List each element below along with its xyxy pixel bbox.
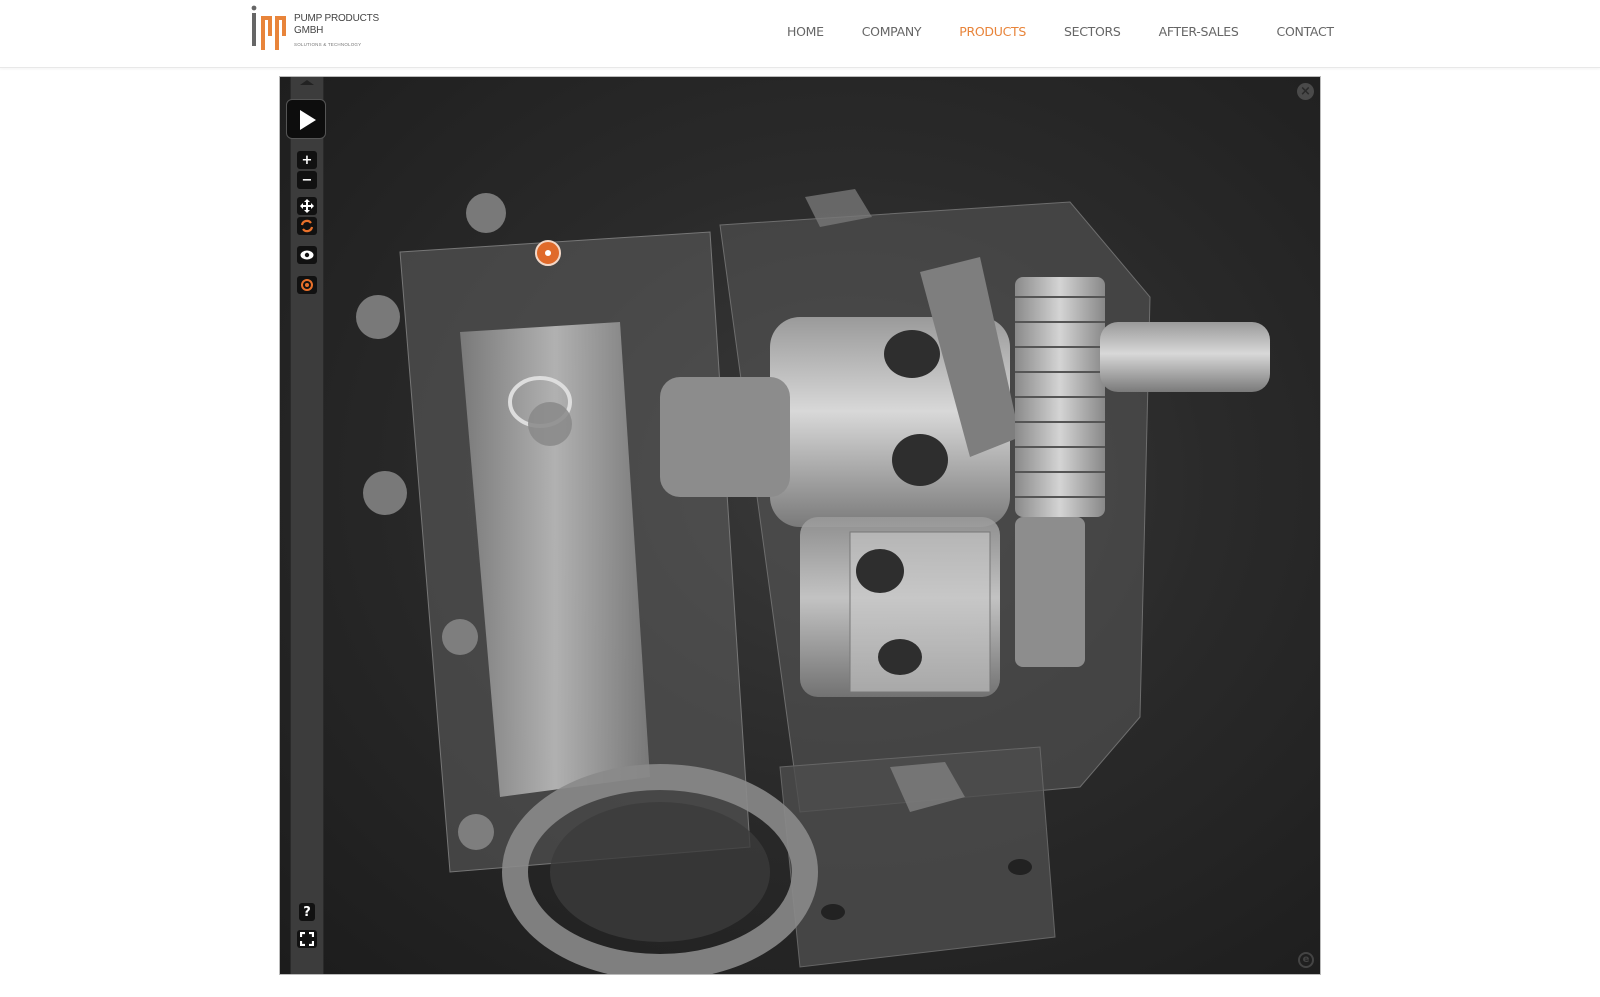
nav-home[interactable]: HOME <box>787 24 824 39</box>
company-name-line1: PUMP PRODUCTS <box>294 13 380 24</box>
fullscreen-icon <box>300 932 314 946</box>
viewer-brand-icon[interactable]: e <box>1298 952 1314 968</box>
nav-sectors[interactable]: SECTORS <box>1064 24 1121 39</box>
site-header: PUMP PRODUCTS GMBH SOLUTIONS & TECHNOLOG… <box>0 0 1600 68</box>
annotation-hotspot[interactable] <box>535 240 561 266</box>
play-button[interactable] <box>286 99 326 139</box>
rotate-icon <box>300 219 314 233</box>
company-logo[interactable]: PUMP PRODUCTS GMBH SOLUTIONS & TECHNOLOG… <box>250 4 380 60</box>
chevron-up-icon[interactable] <box>300 80 314 85</box>
3d-model-viewer[interactable]: + − ? × e <box>279 76 1321 975</box>
company-tagline: SOLUTIONS & TECHNOLOGY <box>294 42 362 47</box>
zoom-in-button[interactable]: + <box>297 151 317 169</box>
lower-timing-gear <box>1015 517 1085 667</box>
rotate-button[interactable] <box>297 217 317 235</box>
main-nav: HOME COMPANY PRODUCTS SECTORS AFTER-SALE… <box>787 24 1334 39</box>
nav-products[interactable]: PRODUCTS <box>959 24 1026 39</box>
fullscreen-button[interactable] <box>297 930 317 948</box>
nav-after-sales[interactable]: AFTER-SALES <box>1159 24 1239 39</box>
move-arrows-icon <box>300 199 314 213</box>
seal-housing <box>660 377 790 497</box>
hotspots-button[interactable] <box>297 276 317 294</box>
ipp-logo-mark <box>251 5 286 50</box>
nav-company[interactable]: COMPANY <box>862 24 922 39</box>
target-icon <box>301 279 313 291</box>
inlet-port-bore <box>550 802 770 942</box>
viewer-toolbar: + − ? <box>286 77 326 974</box>
bearing-hole <box>884 330 940 378</box>
close-viewer-button[interactable]: × <box>1297 83 1314 100</box>
nav-contact[interactable]: CONTACT <box>1277 24 1334 39</box>
eye-icon <box>300 250 314 260</box>
help-button[interactable]: ? <box>299 903 315 921</box>
bearing-hole <box>878 639 922 675</box>
drive-shaft <box>1100 322 1270 392</box>
company-name-line2: GMBH <box>294 25 324 36</box>
base-hole <box>1008 859 1032 875</box>
pan-button[interactable] <box>297 197 317 215</box>
zoom-out-button[interactable]: − <box>297 171 317 189</box>
visibility-button[interactable] <box>297 246 317 264</box>
bearing-hole <box>892 434 948 486</box>
company-name: PUMP PRODUCTS GMBH <box>294 13 379 37</box>
pump-3d-model[interactable] <box>280 77 1321 975</box>
bearing-hole <box>856 549 904 593</box>
base-hole <box>821 904 845 920</box>
